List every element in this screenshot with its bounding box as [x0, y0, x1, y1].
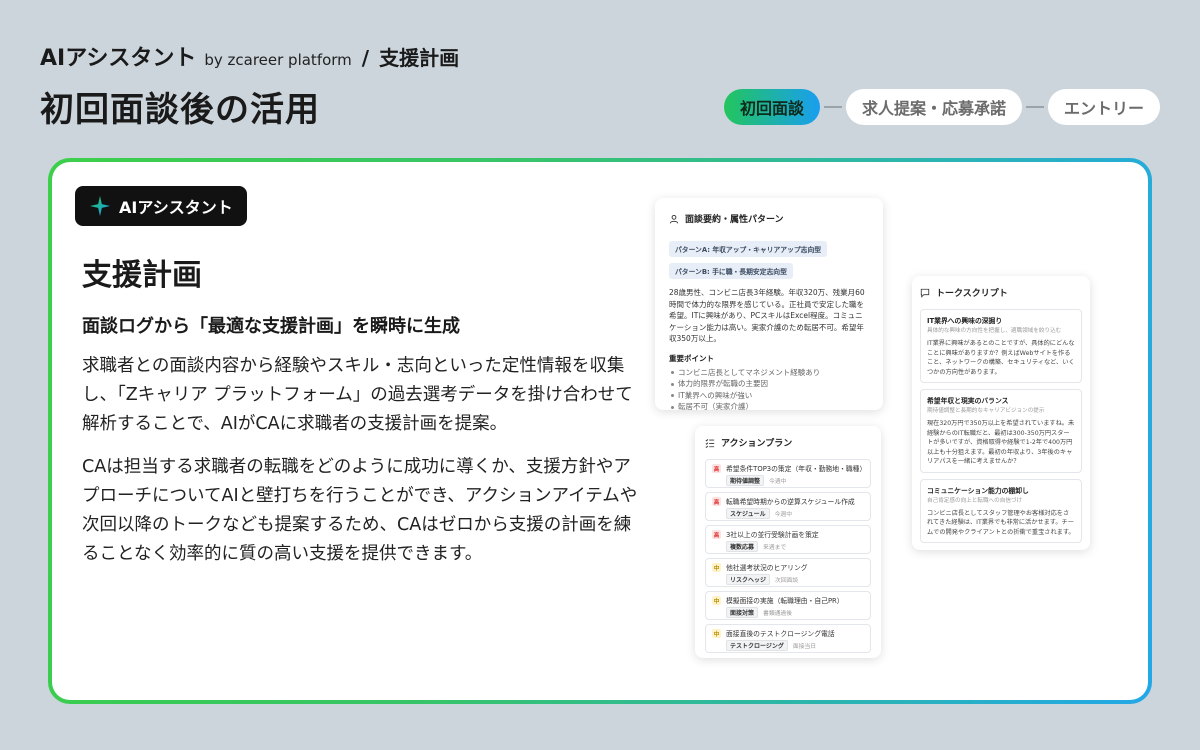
description-paragraph: CAは担当する求職者の転職をどのように成功に導くか、支援方針やアプローチについて… — [82, 457, 638, 564]
brand-platform: by zcareer platform — [204, 51, 352, 69]
action-panel-title: アクションプラン — [705, 436, 871, 449]
action-due: 面接当日 — [792, 644, 817, 650]
action-tag: 面接対策 — [726, 607, 759, 618]
action-due: 今週中 — [769, 479, 787, 485]
talk-purpose: 自己肯定感の向上と転職への自信づけ — [927, 497, 1023, 504]
talk-purpose: 期待値調整と長期的なキャリアビジョンの提示 — [927, 408, 1045, 414]
action-item[interactable]: 中 模擬面接の実施（転職理由・自己PR） 面接対策 書類通過後 — [705, 591, 871, 620]
page-title: 初回面談後の活用 — [40, 90, 320, 130]
description-paragraph: 求職者との面談内容から経験やスキル・志向といった定性情報を収集し、「Zキャリア … — [82, 356, 633, 434]
list-item: 体力的限界が転職の主要因 — [669, 378, 869, 390]
action-due: 次回面談 — [775, 578, 799, 584]
step-connector — [823, 106, 842, 108]
chat-bubble-icon — [920, 288, 930, 298]
action-text: 模擬面接の実施（転職理由・自己PR） — [726, 597, 844, 605]
action-item[interactable]: 高 3社以上の並行受験計画を策定 複数応募 来週まで — [705, 525, 871, 554]
action-text: 希望条件TOP3の策定（年収・勤務地・職種） — [726, 465, 867, 473]
feature-card-border: AIアシスタント 支援計画 面談ログから「最適な支援計画」を瞬時に生成 求職者と… — [48, 158, 1152, 704]
talk-heading: IT業界への興味の深掘り — [927, 317, 1003, 325]
card-subtitle: 面談ログから「最適な支援計画」を瞬時に生成 — [82, 316, 460, 337]
process-stepper: 初回面談 求人提案・応募承諾 エントリー — [723, 89, 1160, 125]
breadcrumb-section: 支援計画 — [379, 46, 460, 70]
step-job-proposal[interactable]: 求人提案・応募承諾 — [845, 89, 1022, 125]
header: AIアシスタント by zcareer platform / 支援計画 初回面談… — [40, 40, 459, 131]
breadcrumb-separator: / — [361, 46, 370, 70]
list-item: コンビニ店長としてマネジメント経験あり — [669, 367, 869, 379]
talk-heading: 希望年収と現実のバランス — [927, 397, 1009, 405]
talk-list: IT業界への興味の深掘り 具体的な興味の方向性を把握し、適職領域を絞り込む IT… — [920, 309, 1082, 543]
summary-panel-title: 面談要約・属性パターン — [669, 212, 869, 225]
action-text: 面接直後のテストクロージング電話 — [726, 630, 835, 638]
action-list: 高 希望条件TOP3の策定（年収・勤務地・職種） 期待値調整 今週中 高 転職希望… — [705, 459, 871, 653]
priority-badge: 高 — [712, 497, 721, 506]
breadcrumb: AIアシスタント by zcareer platform / 支援計画 — [40, 40, 459, 72]
pattern-tag: パターンA: 年収アップ・キャリアアップ志向型 — [669, 241, 828, 257]
talk-item[interactable]: 希望年収と現実のバランス 期待値調整と長期的なキャリアビジョンの提示 現在320… — [920, 389, 1082, 473]
talk-heading: コミュニケーション能力の棚卸し — [927, 486, 1029, 495]
action-tag: テストクロージング — [726, 640, 788, 651]
priority-badge: 中 — [712, 629, 721, 638]
talk-panel-title: トークスクリプト — [920, 286, 1082, 299]
action-tag: リスクヘッジ — [726, 574, 771, 585]
action-text: 3社以上の並行受験計画を策定 — [726, 531, 819, 539]
talk-body: 現在320万円で350万以上を希望されていますね。未経験からのIT転職だと、最初… — [927, 420, 1075, 465]
action-due: 今週中 — [774, 512, 792, 518]
talk-body: コンビニ店長としてスタッフ管理やお客様対応をされてきた経験は、IT業界でも非常に… — [927, 509, 1075, 536]
step-first-interview[interactable]: 初回面談 — [723, 89, 820, 125]
talk-script-panel: トークスクリプト IT業界への興味の深掘り 具体的な興味の方向性を把握し、適職領… — [912, 276, 1090, 550]
ai-assistant-badge: AIアシスタント — [75, 186, 247, 226]
priority-badge: 中 — [712, 563, 721, 572]
list-item: 転居不可（実家介護） — [669, 401, 869, 410]
action-plan-panel: アクションプラン 高 希望条件TOP3の策定（年収・勤務地・職種） 期待値調整今… — [695, 426, 881, 658]
checklist-icon — [705, 438, 715, 448]
talk-item[interactable]: IT業界への興味の深掘り 具体的な興味の方向性を把握し、適職領域を絞り込む IT… — [920, 309, 1082, 383]
priority-badge: 中 — [712, 596, 721, 605]
action-tag: 期待値調整 — [726, 475, 765, 486]
step-entry[interactable]: エントリー — [1047, 89, 1160, 125]
action-item[interactable]: 中 面接直後のテストクロージング電話 テストクロージング 面接当日 — [705, 624, 871, 653]
ai-badge-label: AIアシスタント — [119, 198, 233, 217]
action-text: 他社選考状況のヒアリング — [726, 564, 808, 572]
action-tag: 複数応募 — [726, 541, 759, 552]
card-description: 求職者との面談内容から経験やスキル・志向といった定性情報を収集し、「Zキャリア … — [82, 352, 642, 569]
brand-name: AIアシスタント — [40, 46, 197, 71]
priority-badge: 高 — [712, 530, 721, 539]
list-item: IT業界への興味が強い — [669, 390, 869, 402]
action-item[interactable]: 中 他社選考状況のヒアリング リスクヘッジ 次回面談 — [705, 558, 871, 587]
pattern-tag: パターンB: 手に職・長期安定志向型 — [669, 263, 793, 279]
sparkle-icon — [89, 195, 111, 217]
priority-badge: 高 — [712, 464, 721, 473]
key-points-heading: 重要ポイント — [669, 353, 714, 363]
talk-item[interactable]: コミュニケーション能力の棚卸し 自己肯定感の向上と転職への自信づけ コンビニ店長… — [920, 478, 1082, 543]
pattern-list: パターンA: 年収アップ・キャリアアップ志向型 パターンB: 手に職・長期安定志… — [669, 237, 869, 279]
user-icon — [669, 214, 679, 224]
summary-text: 28歳男性、コンビニ店長3年経験。年収320万、残業月60時間で体力的な限界を感… — [669, 288, 865, 343]
action-due: 書類通過後 — [763, 611, 793, 617]
talk-body: IT業界に興味があるとのことですが、具体的にどんなことに興味がありますか？例えば… — [927, 340, 1075, 376]
action-text: 転職希望時期からの逆算スケジュール作成 — [726, 498, 855, 506]
interview-summary-panel: 面談要約・属性パターン パターンA: 年収アップ・キャリアアップ志向型 パターン… — [655, 198, 883, 410]
action-tag: スケジュール — [726, 508, 770, 519]
feature-card: AIアシスタント 支援計画 面談ログから「最適な支援計画」を瞬時に生成 求職者と… — [52, 162, 1148, 700]
talk-purpose: 具体的な興味の方向性を把握し、適職領域を絞り込む — [927, 328, 1062, 334]
step-connector — [1025, 106, 1044, 108]
action-item[interactable]: 高 希望条件TOP3の策定（年収・勤務地・職種） 期待値調整 今週中 — [705, 459, 871, 488]
card-title: 支援計画 — [82, 258, 202, 293]
action-item[interactable]: 高 転職希望時期からの逆算スケジュール作成 スケジュール 今週中 — [705, 492, 871, 521]
key-points-list: コンビニ店長としてマネジメント経験あり 体力的限界が転職の主要因 IT業界への興… — [669, 367, 869, 410]
action-due: 来週まで — [763, 545, 787, 551]
